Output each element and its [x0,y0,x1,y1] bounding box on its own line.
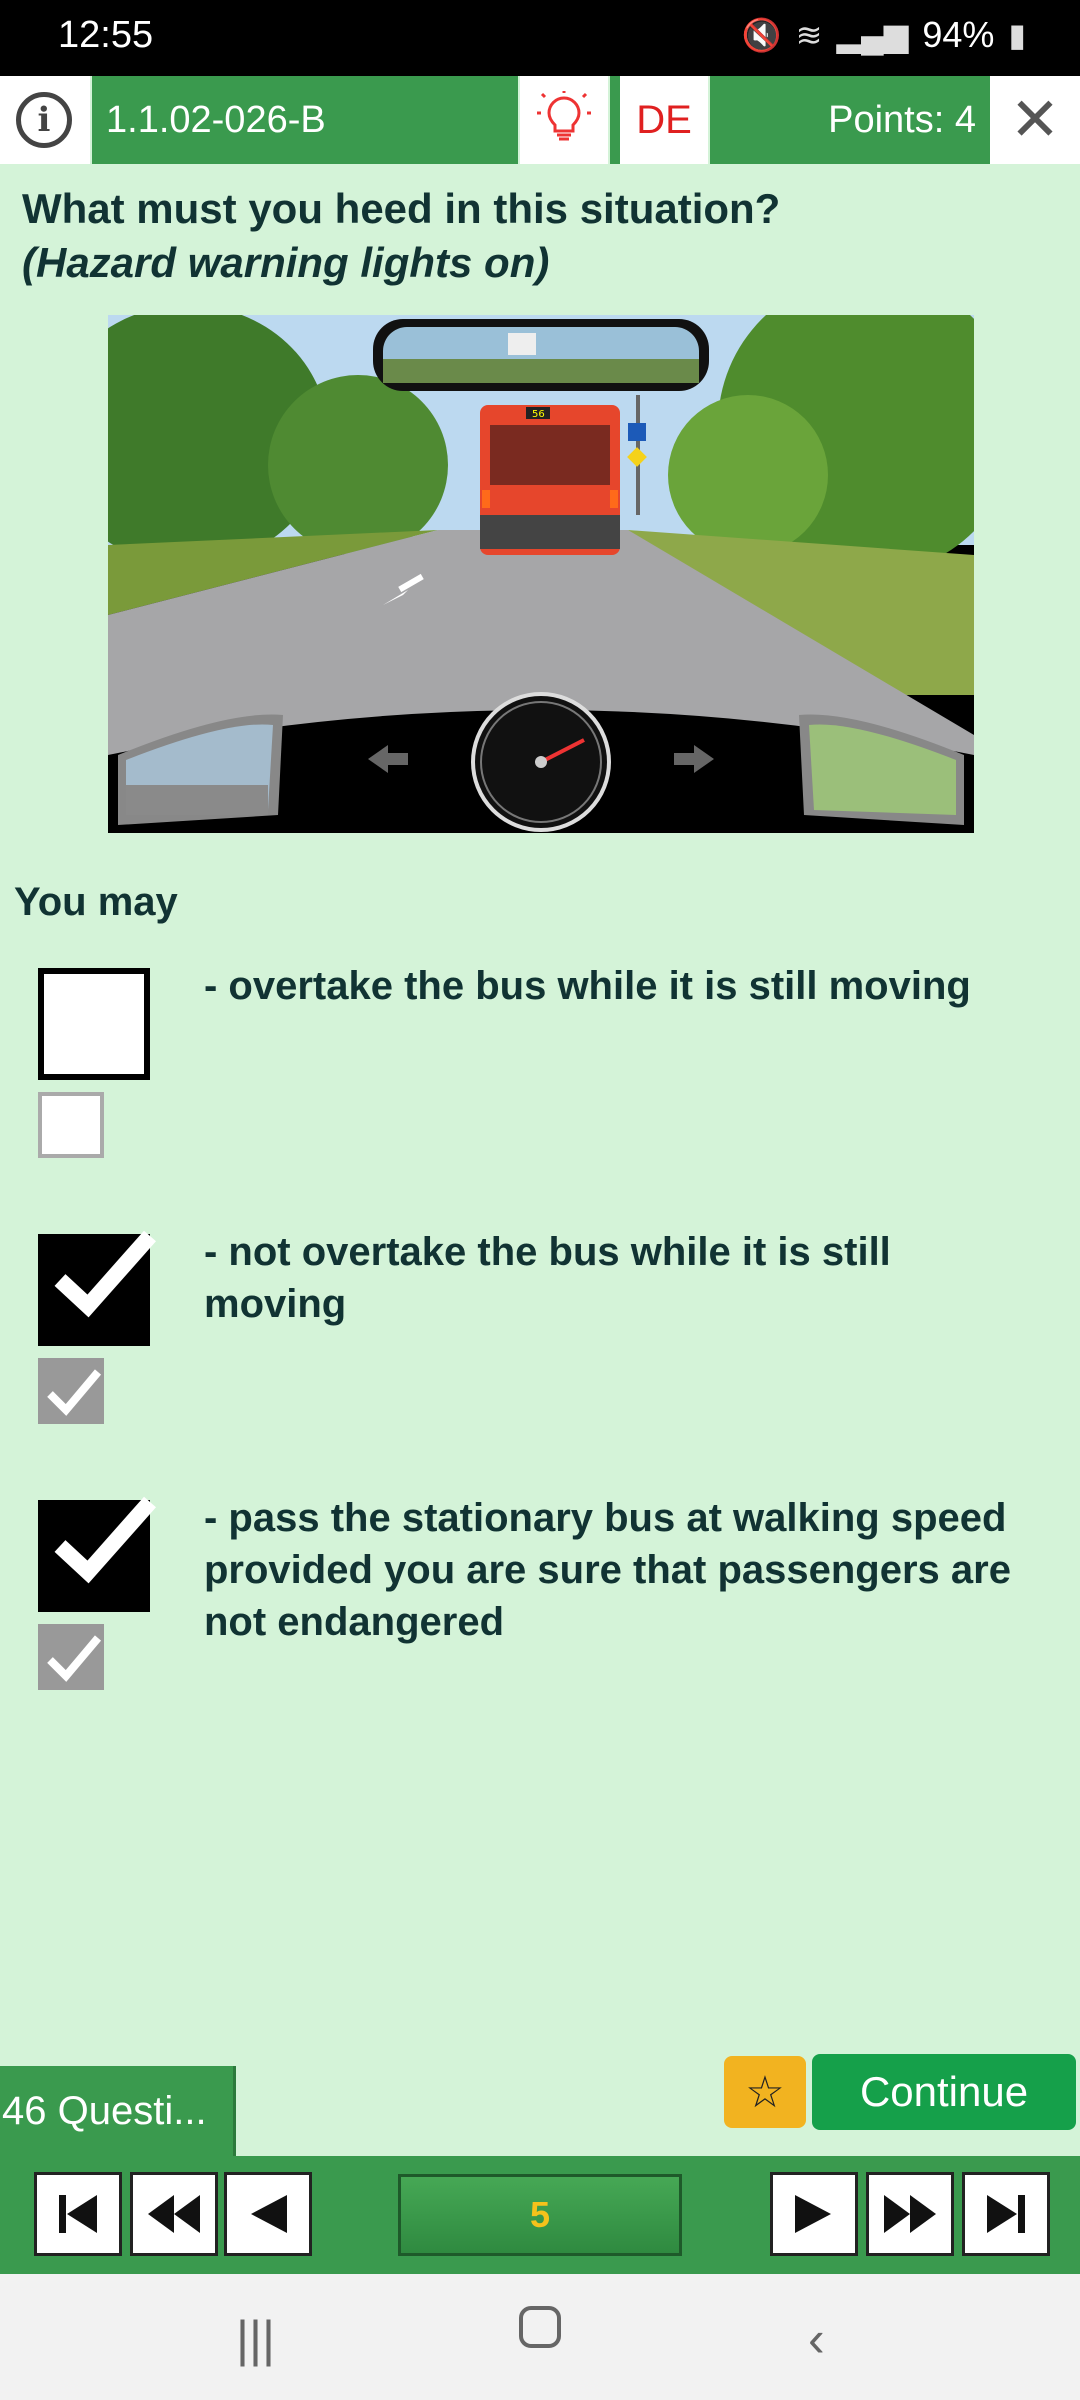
question-subtext: (Hazard warning lights on) [22,239,550,286]
bus-number: 56 [532,409,545,420]
home-icon[interactable] [518,2302,562,2364]
current-question-number[interactable]: 5 [398,2174,682,2256]
traffic-scene-image: 56 [108,315,974,833]
answer-text-3: - pass the stationary bus at walking spe… [204,1496,1011,1644]
status-bar: 12:55 🔇 ≋ ▂▄▆ 94% ▮ [0,0,1080,76]
recent-apps-icon[interactable]: ||| [236,2310,275,2368]
signal-icon: ▂▄▆ [836,17,909,53]
next-button[interactable] [770,2172,858,2256]
continue-button[interactable]: Continue [812,2054,1076,2130]
close-icon[interactable]: ✕ [990,76,1080,164]
star-icon[interactable]: ☆ [724,2056,806,2128]
skip-first-icon [59,2195,97,2233]
solution-checkbox-1 [38,1092,104,1158]
language-button[interactable]: DE [620,76,708,164]
skip-last-icon [987,2195,1025,2233]
checkmark-icon [47,1369,102,1416]
solution-checkbox-3 [38,1624,104,1690]
answer-text-2: - not overtake the bus while it is still… [204,1230,891,1326]
fast-forward-button[interactable] [866,2172,954,2256]
previous-icon [251,2195,287,2233]
checkmark-icon [54,1230,156,1318]
answer-checkbox-1[interactable] [38,968,150,1080]
lightbulb-icon[interactable] [520,76,608,164]
last-question-button[interactable] [962,2172,1050,2256]
solution-checkbox-2 [38,1358,104,1424]
info-icon[interactable]: i [16,92,72,148]
system-navigation-bar: ||| ‹ [0,2274,1080,2400]
next-icon [795,2195,831,2233]
points-label: Points: 4 [710,76,990,164]
mute-icon: 🔇 [741,17,782,53]
battery-icon: ▮ [1008,17,1026,53]
rewind-icon [148,2195,200,2233]
answer-text-1: - overtake the bus while it is still mov… [204,964,971,1008]
wifi-icon: ≋ [795,17,823,53]
question-header: i 1.1.02-026-B DE Points: 4 ✕ [0,76,1080,164]
checkmark-icon [47,1635,102,1682]
checkmark-icon [54,1496,156,1584]
question-text: What must you heed in this situation? (H… [22,182,1062,290]
battery-text: 94% [922,14,995,55]
answer-intro: You may [14,880,178,924]
question-navigation: 5 [0,2156,1080,2274]
rewind-button[interactable] [130,2172,218,2256]
answer-checkbox-2[interactable] [38,1230,156,1346]
question-count-button[interactable]: 46 Questi... [0,2066,236,2156]
answer-checkbox-3[interactable] [38,1496,156,1612]
previous-button[interactable] [224,2172,312,2256]
back-icon[interactable]: ‹ [808,2310,825,2368]
question-id: 1.1.02-026-B [92,76,518,164]
first-question-button[interactable] [34,2172,122,2256]
status-time: 12:55 [58,14,154,56]
fast-forward-icon [884,2195,936,2233]
